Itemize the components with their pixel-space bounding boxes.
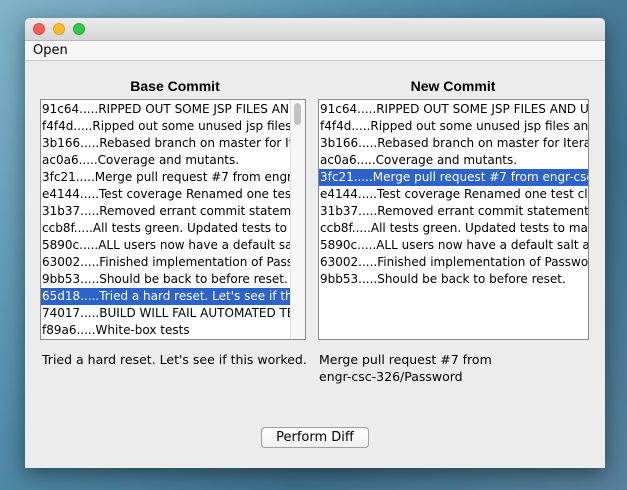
- commit-list-item[interactable]: 5890c.....ALL users now have a default s…: [319, 237, 588, 254]
- new-commit-message-line-1: Merge pull request #7 from: [319, 352, 492, 367]
- commit-list-item[interactable]: ac0a6.....Coverage and mutants.: [41, 152, 305, 169]
- commit-list-item[interactable]: 31b37.....Removed errant commit statemer: [41, 203, 305, 220]
- commit-list-item[interactable]: f4f4d.....Ripped out some unused jsp fil…: [319, 118, 588, 135]
- menu-open[interactable]: Open: [33, 43, 68, 58]
- new-commit-message: Merge pull request #7 from engr-csc-326/…: [319, 351, 589, 385]
- commit-list-item[interactable]: 3fc21.....Merge pull request #7 from eng…: [319, 169, 588, 186]
- app-window: Open Base Commit 91c64.....RIPPED OUT SO…: [25, 18, 605, 468]
- new-commit-list[interactable]: 91c64.....RIPPED OUT SOME JSP FILES AND …: [318, 99, 589, 340]
- base-commit-list-items: 91c64.....RIPPED OUT SOME JSP FILES AND f…: [41, 101, 305, 339]
- minimize-window-button[interactable]: [53, 23, 65, 35]
- title-bar: [25, 18, 605, 41]
- commit-list-item[interactable]: 3b166.....Rebased branch on master for I…: [41, 135, 305, 152]
- commit-list-item[interactable]: f4f4d.....Ripped out some unused jsp fil…: [41, 118, 305, 135]
- commit-list-item[interactable]: 31b37.....Removed errant commit statemen…: [319, 203, 588, 220]
- base-commit-scrollbar[interactable]: [290, 100, 305, 339]
- menu-bar: Open: [25, 41, 605, 61]
- commit-list-item[interactable]: 3b166.....Rebased branch on master for I…: [319, 135, 588, 152]
- new-commit-title: New Commit: [410, 78, 496, 94]
- new-commit-message-line-2: engr-csc-326/Password: [319, 369, 463, 384]
- commit-list-item[interactable]: e4144.....Test coverage Renamed one test…: [41, 186, 305, 203]
- scrollbar-thumb[interactable]: [294, 103, 301, 125]
- close-window-button[interactable]: [33, 23, 45, 35]
- commit-list-item[interactable]: 5890c.....ALL users now have a default s…: [41, 237, 305, 254]
- base-commit-list[interactable]: 91c64.....RIPPED OUT SOME JSP FILES AND f…: [40, 99, 306, 340]
- base-commit-message: Tried a hard reset. Let's see if this wo…: [42, 352, 307, 367]
- commit-list-item[interactable]: 63002.....Finished implementation of Pas…: [319, 254, 588, 271]
- new-commit-list-items: 91c64.....RIPPED OUT SOME JSP FILES AND …: [319, 101, 588, 288]
- commit-list-item[interactable]: 65d18.....Tried a hard reset. Let's see …: [41, 288, 305, 305]
- commit-list-item[interactable]: ccb8f.....All tests green. Updated tests…: [41, 220, 305, 237]
- commit-list-item[interactable]: 91c64.....RIPPED OUT SOME JSP FILES AND …: [319, 101, 588, 118]
- commit-list-item[interactable]: ccb8f.....All tests green. Updated tests…: [319, 220, 588, 237]
- commit-list-item[interactable]: 63002.....Finished implementation of Pas…: [41, 254, 305, 271]
- commit-list-item[interactable]: 91c64.....RIPPED OUT SOME JSP FILES AND: [41, 101, 305, 118]
- commit-list-item[interactable]: 9bb53.....Should be back to before reset…: [41, 271, 305, 288]
- commit-list-item[interactable]: ac0a6.....Coverage and mutants.: [319, 152, 588, 169]
- perform-diff-button[interactable]: Perform Diff: [261, 427, 369, 448]
- base-commit-title: Base Commit: [130, 78, 220, 94]
- commit-list-item[interactable]: 74017.....BUILD WILL FAIL AUTOMATED TES: [41, 305, 305, 322]
- commit-list-item[interactable]: e4144.....Test coverage Renamed one test…: [319, 186, 588, 203]
- zoom-window-button[interactable]: [73, 23, 85, 35]
- commit-list-item[interactable]: 9bb53.....Should be back to before reset…: [319, 271, 588, 288]
- commit-list-item[interactable]: 3fc21.....Merge pull request #7 from eng…: [41, 169, 305, 186]
- commit-list-item[interactable]: f89a6.....White-box tests: [41, 322, 305, 339]
